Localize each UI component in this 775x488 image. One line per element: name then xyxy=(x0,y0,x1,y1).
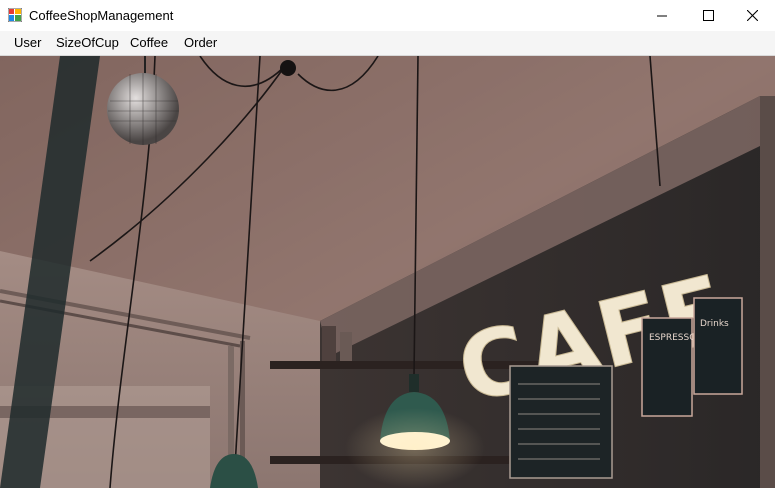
background-image: CAFE ESPRESSO Drinks xyxy=(0,56,775,488)
minimize-button[interactable] xyxy=(639,0,685,31)
menu-bar: User SizeOfCup Coffee Order xyxy=(0,31,775,56)
maximize-icon xyxy=(702,10,714,21)
title-bar[interactable]: CoffeeShopManagement xyxy=(0,0,775,31)
menu-order[interactable]: Order xyxy=(178,35,223,50)
maximize-button[interactable] xyxy=(685,0,731,31)
close-icon xyxy=(746,10,758,21)
svg-text:ESPRESSO: ESPRESSO xyxy=(649,333,696,343)
app-icon xyxy=(7,7,23,23)
app-window: CoffeeShopManagement User SizeOfCup Coff… xyxy=(0,0,775,488)
svg-text:Drinks: Drinks xyxy=(700,319,729,329)
minimize-icon xyxy=(657,11,667,21)
menu-coffee[interactable]: Coffee xyxy=(124,35,174,50)
menu-user[interactable]: User xyxy=(8,35,47,50)
menu-size-of-cup[interactable]: SizeOfCup xyxy=(50,35,125,50)
close-button[interactable] xyxy=(729,0,775,31)
window-title: CoffeeShopManagement xyxy=(29,8,174,23)
